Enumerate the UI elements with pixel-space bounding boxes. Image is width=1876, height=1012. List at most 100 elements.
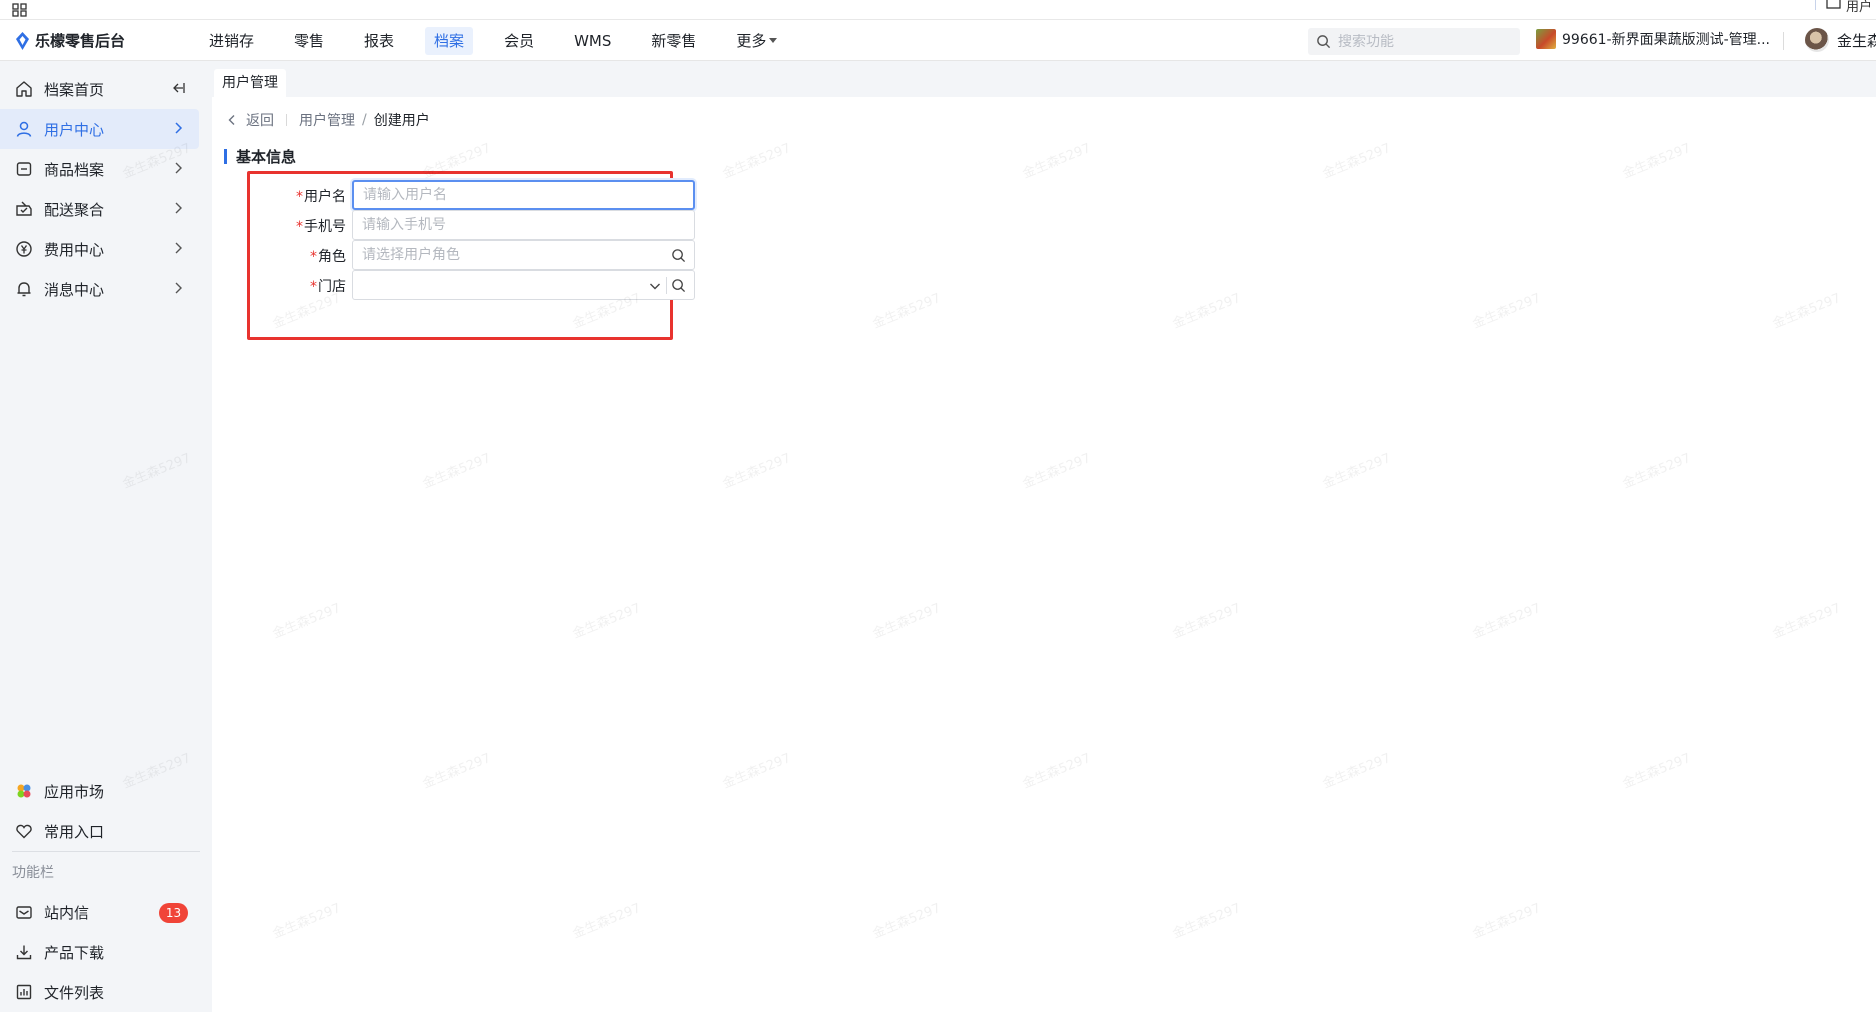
search-icon[interactable] [671, 248, 686, 263]
sidebar-item-label: 配送聚合 [44, 200, 105, 219]
sidebar-item-label: 应用市场 [44, 782, 105, 801]
nav-item-archive[interactable]: 档案 [425, 27, 474, 55]
mail-icon [14, 902, 34, 922]
function-search[interactable] [1308, 28, 1520, 55]
phone-label-text: 手机号 [304, 219, 346, 235]
collapse-sidebar-icon[interactable] [171, 81, 185, 95]
page-tab-bar: 用户管理 [212, 61, 1876, 97]
sidebar-divider [12, 851, 200, 852]
form-row-username: *用户名 [250, 180, 695, 210]
back-link[interactable]: 返回 [246, 110, 274, 130]
sidebar-item-label: 文件列表 [44, 983, 105, 1002]
required-marker: * [310, 279, 317, 295]
role-field[interactable] [352, 240, 695, 270]
sidebar-item-common-entry[interactable]: 常用入口 [0, 811, 199, 851]
sidebar-item-label: 商品档案 [44, 160, 105, 179]
search-icon [1317, 35, 1331, 49]
user-menu[interactable]: 金生森 [1805, 28, 1876, 52]
nav-item-member[interactable]: 会员 [495, 27, 543, 55]
store-input[interactable] [353, 271, 694, 299]
role-label-text: 角色 [318, 249, 346, 265]
brand-name: 乐檬零售后台 [35, 32, 126, 50]
search-icon[interactable] [671, 278, 686, 293]
tab-user-management[interactable]: 用户管理 [214, 69, 286, 97]
required-marker: * [310, 249, 317, 265]
box-icon [14, 159, 34, 179]
role-input[interactable] [353, 241, 694, 269]
phone-input[interactable] [353, 211, 694, 239]
nav-item-new-retail[interactable]: 新零售 [642, 27, 705, 55]
nav-item-wms[interactable]: WMS [565, 27, 620, 55]
store-select[interactable] [352, 270, 695, 300]
nav-item-more[interactable]: 更多 [727, 27, 786, 55]
sidebar-item-label: 常用入口 [44, 822, 105, 841]
brand-logo[interactable]: 乐檬零售后台 [14, 30, 125, 51]
sidebar-item-label: 档案首页 [44, 80, 105, 99]
top-header: 乐檬零售后台 进销存 零售 报表 档案 会员 WMS 新零售 更多 99661-… [0, 20, 1876, 61]
chevron-down-icon[interactable] [648, 279, 662, 293]
yen-coin-icon [14, 239, 34, 259]
grid-menu-icon[interactable] [12, 2, 28, 18]
breadcrumb-parent[interactable]: 用户管理 [299, 110, 355, 130]
username-field[interactable] [352, 180, 695, 210]
topstrip-divider [1815, 0, 1816, 10]
topstrip-right-text[interactable]: 用户 [1846, 0, 1876, 15]
window-icon[interactable] [1826, 0, 1842, 10]
file-list-icon [14, 982, 34, 1002]
required-marker: * [296, 219, 303, 235]
field-divider [666, 277, 667, 294]
phone-field[interactable] [352, 210, 695, 240]
section-title-text: 基本信息 [236, 148, 297, 166]
nav-item-jinxiaocun[interactable]: 进销存 [200, 27, 263, 55]
chevron-left-icon[interactable] [226, 114, 238, 126]
chevron-right-icon [171, 121, 185, 135]
nav-item-retail[interactable]: 零售 [285, 27, 333, 55]
window-top-strip: 用户 [0, 0, 1876, 20]
sidebar-item-label: 站内信 [44, 903, 90, 922]
app-market-icon [14, 781, 34, 801]
function-bar-label: 功能栏 [12, 865, 54, 881]
top-nav: 进销存 零售 报表 档案 会员 WMS 新零售 更多 [200, 27, 808, 55]
store-switcher[interactable]: 99661-新界面果蔬版测试-管理... [1536, 29, 1770, 49]
sidebar-item-product-download[interactable]: 产品下载 [0, 932, 199, 972]
sidebar-item-file-list[interactable]: 文件列表 [0, 972, 199, 1012]
username-input[interactable] [354, 182, 693, 208]
delivery-icon [14, 199, 34, 219]
nav-item-reports[interactable]: 报表 [355, 27, 403, 55]
store-name: 99661-新界面果蔬版测试-管理... [1562, 32, 1770, 48]
required-marker: * [296, 189, 303, 205]
phone-label: *手机号 [250, 216, 346, 236]
download-icon [14, 942, 34, 962]
sidebar: 档案首页 用户中心 商品档案 配送聚合 费用中心 消息中心 应用市场 常用入口 … [0, 61, 212, 1012]
sidebar-item-fee-center[interactable]: 费用中心 [0, 229, 199, 269]
username-label-text: 用户名 [304, 189, 346, 205]
function-search-input[interactable] [1338, 33, 1508, 50]
chevron-right-icon [171, 201, 185, 215]
chevron-right-icon [171, 241, 185, 255]
form-highlight-box: *用户名 *手机号 *角色 *门店 [247, 171, 695, 340]
sidebar-item-product-archive[interactable]: 商品档案 [0, 149, 199, 189]
caret-down-icon [769, 38, 778, 43]
sidebar-item-user-center[interactable]: 用户中心 [0, 109, 199, 149]
avatar [1805, 28, 1829, 52]
breadcrumb-divider [286, 114, 287, 126]
sidebar-item-label: 消息中心 [44, 280, 105, 299]
main-content: 用户管理 返回 用户管理 / 创建用户 基本信息 *用户名 *手机号 *角色 [212, 61, 1876, 1012]
store-label-text: 门店 [318, 279, 346, 295]
store-thumbnail [1536, 29, 1556, 49]
sidebar-item-archive-home[interactable]: 档案首页 [0, 69, 199, 109]
form-row-store: *门店 [250, 270, 695, 300]
sidebar-item-app-market[interactable]: 应用市场 [0, 771, 199, 811]
form-row-phone: *手机号 [250, 210, 695, 240]
username-label: *用户名 [250, 186, 346, 206]
chevron-right-icon [171, 281, 185, 295]
chevron-right-icon [171, 161, 185, 175]
sidebar-item-inbox[interactable]: 站内信 13 [0, 892, 199, 932]
heart-icon [14, 821, 34, 841]
sidebar-item-message-center[interactable]: 消息中心 [0, 269, 199, 309]
bell-icon [14, 279, 34, 299]
sidebar-item-label: 用户中心 [44, 120, 105, 139]
sidebar-item-delivery-aggregation[interactable]: 配送聚合 [0, 189, 199, 229]
sidebar-item-label: 费用中心 [44, 240, 105, 259]
breadcrumb-current: 创建用户 [373, 113, 430, 129]
